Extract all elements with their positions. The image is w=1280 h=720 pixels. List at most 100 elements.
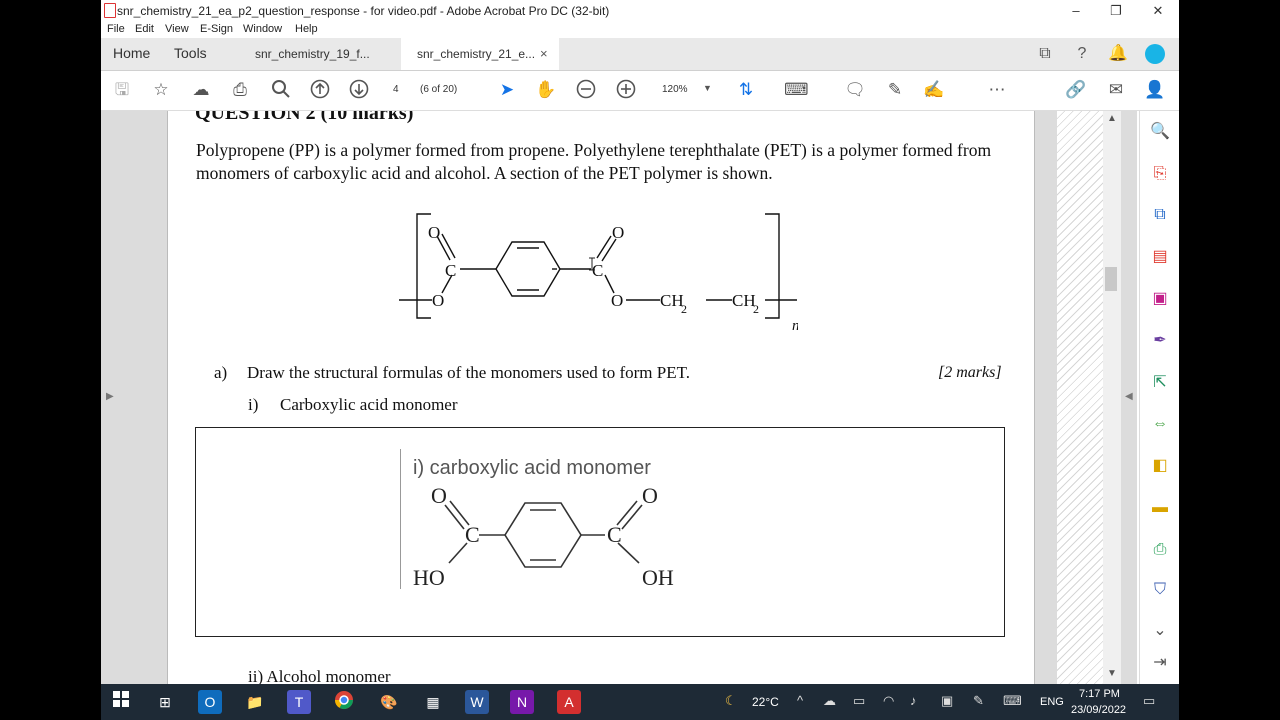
page-number-input[interactable]: 4 [393,84,399,95]
structure-atom: O [611,291,623,310]
send-for-review-icon[interactable]: ◧ [1149,455,1171,477]
zoom-level-input[interactable]: 120% [662,84,688,95]
paint-icon[interactable]: 🎨 [377,690,401,714]
comment-icon[interactable]: 🗨 [843,79,867,101]
menu-window[interactable]: Window [243,23,282,35]
weather-moon-icon[interactable]: ☾ [725,693,737,709]
notification-bell-icon[interactable]: 🔔 [1107,43,1129,65]
pen-icon[interactable]: ✎ [973,693,984,709]
keyboard-download-icon[interactable]: ⌨ [784,79,809,101]
link-icon[interactable]: 🔗 [1064,79,1088,101]
notification-center-icon[interactable]: ▭ [1143,693,1155,709]
outlook-icon[interactable]: O [198,690,222,714]
highlight-pen-icon[interactable]: ✎ [883,79,907,101]
share-screen-icon[interactable]: ⧉ [1034,43,1056,65]
structure-atom: O [612,223,624,242]
scroll-up-icon[interactable]: ▲ [1107,113,1117,124]
search-icon[interactable]: 🔍 [1149,121,1171,143]
windows-start-icon[interactable] [109,690,133,714]
next-page-icon[interactable] [347,79,371,101]
part-a-label: a) [214,363,228,382]
email-icon[interactable]: ✉ [1104,79,1128,101]
search-zoom-icon[interactable] [269,79,293,101]
minimize-button[interactable]: – [1061,2,1091,20]
account-avatar[interactable] [1144,43,1166,65]
fill-sign-icon[interactable]: ✒ [1149,330,1171,352]
document-viewport[interactable]: ▶ QUESTION 2 (10 marks) Polypropene (PP)… [101,111,1137,684]
input-language[interactable]: ENG [1040,696,1064,708]
menu-edit[interactable]: Edit [135,23,154,35]
protect-shield-icon[interactable]: ⛉ [1149,579,1171,601]
chrome-icon[interactable] [332,690,356,714]
volume-icon[interactable]: ♪ [910,693,917,708]
more-options-icon[interactable]: ⋯ [985,79,1009,101]
print-icon[interactable]: ⎙ [228,79,252,101]
acrobat-window: snr_chemistry_21_ea_p2_question_response… [101,0,1179,684]
word-icon[interactable]: W [465,690,489,714]
previous-page-icon[interactable] [308,79,332,101]
draw-sign-icon[interactable]: ✍ [922,79,946,101]
zoom-out-icon[interactable] [574,79,598,101]
terephthalic-acid-structure: O C HO O C OH [413,483,674,590]
edit-pdf-icon[interactable]: ▣ [1149,288,1171,310]
clock-date[interactable]: 23/09/2022 [1071,704,1126,716]
print-production-icon[interactable]: ⎙ [1149,539,1171,561]
organize-pages-icon[interactable]: ▤ [1149,246,1171,268]
answer-atom: C [607,522,622,547]
zoom-in-icon[interactable] [614,79,638,101]
touch-keyboard-icon[interactable]: ⌨ [1003,693,1022,709]
menu-view[interactable]: View [165,23,189,35]
onenote-icon[interactable]: N [510,690,534,714]
tab-document-1[interactable]: snr_chemistry_19_f... [241,38,391,70]
battery-icon[interactable]: ▭ [853,693,865,709]
task-view-icon[interactable]: ⊞ [153,690,177,714]
right-panel-toggle-icon[interactable]: ◀ [1125,391,1133,402]
tab-tools[interactable]: Tools [174,45,207,61]
scrollbar-thumb[interactable] [1105,267,1117,291]
scroll-down-icon[interactable]: ▼ [1107,668,1117,679]
help-icon[interactable]: ? [1071,43,1093,65]
answer-caption: i) carboxylic acid monomer [413,457,651,479]
file-explorer-icon[interactable]: 📁 [243,690,267,714]
hand-tool-icon[interactable]: ✋ [534,79,558,101]
clock-time[interactable]: 7:17 PM [1079,688,1120,700]
tab-document-2[interactable]: snr_chemistry_21_e... × [401,38,559,70]
compress-icon[interactable]: ⇔ [1149,413,1171,435]
export-pdf-icon[interactable]: ⇱ [1149,372,1171,394]
zoom-dropdown-icon[interactable]: ▼ [703,83,712,93]
show-hidden-icons-icon[interactable]: ^ [797,693,803,708]
tab-document-1-label: snr_chemistry_19_f... [255,47,370,61]
vertical-scrollbar[interactable]: ▲ ▼ [1103,111,1121,684]
menu-help[interactable]: Help [295,23,318,35]
network-status-icon[interactable]: ☁ [823,693,836,709]
teams-icon[interactable]: T [287,690,311,714]
close-tab-icon[interactable]: × [540,46,548,61]
collapse-pane-icon[interactable]: ⇥ [1149,652,1171,674]
answer-box[interactable]: i) carboxylic acid monomer O C HO O C OH [195,427,1005,637]
wifi-icon[interactable]: ◠ [883,693,894,709]
menu-file[interactable]: File [107,23,125,35]
menu-esign[interactable]: E-Sign [200,23,233,35]
scroll-mode-icon[interactable]: ⇅ [734,79,758,101]
windows-taskbar: ⊞ O 📁 T 🎨 ▦ W N A ☾ 22°C ^ ☁ ▭ ◠ ♪ ▣ ✎ ⌨… [101,684,1179,720]
tab-bar: Home Tools snr_chemistry_19_f... snr_che… [101,38,1179,71]
maximize-button[interactable]: ❐ [1101,2,1131,20]
expand-tools-chevron-icon[interactable]: ⌄ [1149,620,1171,642]
create-pdf-icon[interactable]: ⎘ [1149,163,1171,185]
select-cursor-icon[interactable]: ➤ [495,79,519,101]
close-window-button[interactable]: ✕ [1143,2,1173,20]
calculator-icon[interactable]: ▦ [421,690,445,714]
share-user-icon[interactable]: 👤 [1143,79,1167,101]
part-ii-question: ii) Alcohol monomer [248,667,391,684]
bookmark-star-icon[interactable]: ☆ [149,79,173,101]
combine-files-icon[interactable]: ⧉ [1149,204,1171,226]
pasted-answer-image: i) carboxylic acid monomer O C HO O C OH [400,449,701,590]
display-icon[interactable]: ▣ [941,693,953,709]
acrobat-taskbar-icon[interactable]: A [557,690,581,714]
temperature[interactable]: 22°C [752,695,779,709]
comment-tool-icon[interactable]: ▬ [1149,497,1171,519]
tab-home[interactable]: Home [113,45,150,61]
left-panel-toggle-icon[interactable]: ▶ [106,391,114,402]
upload-cloud-icon[interactable]: ☁ [189,79,213,101]
save-icon[interactable]: 🖫 [110,79,134,101]
